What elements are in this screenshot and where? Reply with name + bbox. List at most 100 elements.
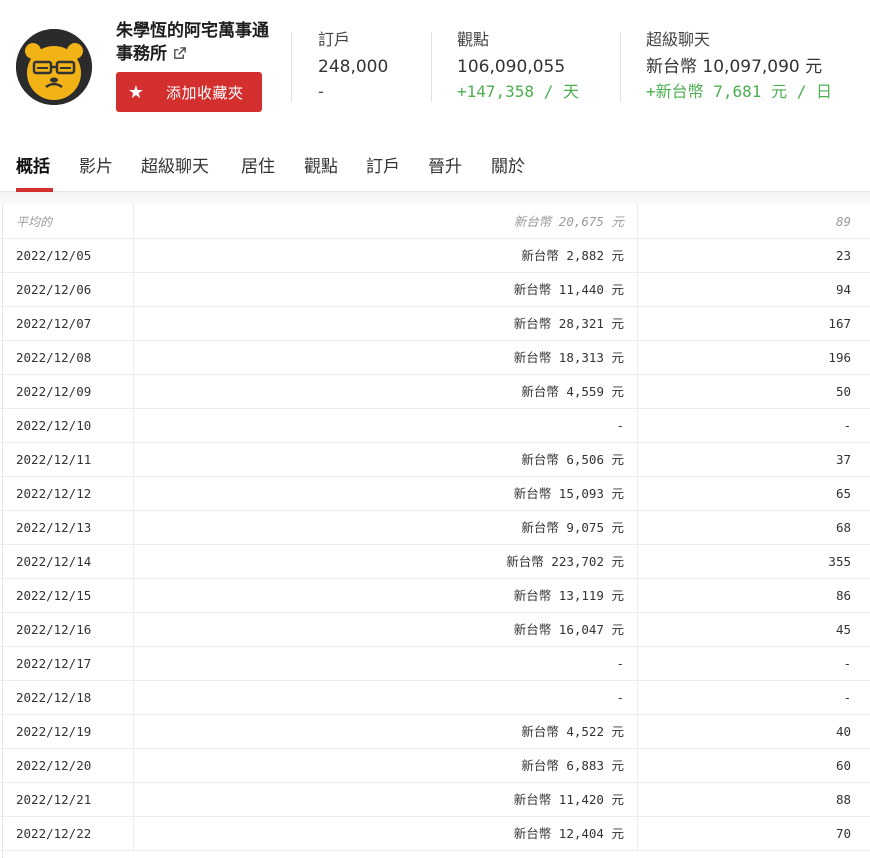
row-count: 68 bbox=[835, 520, 851, 535]
add-favorite-label: 添加收藏夾 bbox=[166, 83, 244, 102]
channel-header: 朱學恆的阿宅萬事通事務所 ★ 添加收藏夾 訂戶 248,000 - 觀點 106… bbox=[0, 0, 870, 124]
stat-divider bbox=[291, 32, 292, 102]
stat-superchat: 超級聊天 新台幣 10,097,090 元 +新台幣 7,681 元 / 日 bbox=[646, 29, 832, 104]
tab-live[interactable]: 居住 bbox=[241, 152, 275, 177]
row-amount: 新台幣 2,882 元 bbox=[521, 248, 624, 263]
average-count: 89 bbox=[835, 214, 851, 229]
table-row: 2022/12/21 新台幣 11,420 元 88 bbox=[0, 783, 870, 817]
row-date: 2022/12/18 bbox=[16, 690, 92, 705]
stat-views-value: 106,090,055 bbox=[457, 57, 566, 77]
row-date: 2022/12/15 bbox=[16, 588, 92, 603]
channel-name[interactable]: 朱學恆的阿宅萬事通事務所 bbox=[116, 20, 281, 66]
row-date: 2022/12/13 bbox=[16, 520, 92, 535]
row-count: 88 bbox=[835, 792, 851, 807]
row-amount: 新台幣 223,702 元 bbox=[506, 554, 624, 569]
table-row: 2022/12/16 新台幣 16,047 元 45 bbox=[0, 613, 870, 647]
row-amount: 新台幣 18,313 元 bbox=[513, 350, 624, 365]
tab-about[interactable]: 關於 bbox=[491, 152, 525, 177]
row-count: 355 bbox=[828, 554, 851, 569]
row-count: - bbox=[843, 690, 851, 705]
tab-videos[interactable]: 影片 bbox=[79, 152, 113, 177]
row-count: 70 bbox=[835, 826, 851, 841]
row-amount: 新台幣 12,404 元 bbox=[513, 826, 624, 841]
row-amount: 新台幣 6,883 元 bbox=[521, 758, 624, 773]
stat-superchat-value: 新台幣 10,097,090 元 bbox=[646, 57, 823, 77]
table-row: 2022/12/08 新台幣 18,313 元 196 bbox=[0, 341, 870, 375]
row-count: 50 bbox=[835, 384, 851, 399]
row-date: 2022/12/19 bbox=[16, 724, 92, 739]
row-count: - bbox=[843, 418, 851, 433]
row-date: 2022/12/16 bbox=[16, 622, 92, 637]
row-date: 2022/12/22 bbox=[16, 826, 92, 841]
channel-avatar[interactable] bbox=[16, 29, 92, 105]
external-link-icon[interactable] bbox=[172, 46, 187, 61]
row-date: 2022/12/20 bbox=[16, 758, 92, 773]
row-count: 167 bbox=[828, 316, 851, 331]
stat-views-label: 觀點 bbox=[457, 30, 490, 49]
row-amount: - bbox=[616, 656, 624, 671]
stat-superchat-label: 超級聊天 bbox=[646, 30, 711, 49]
table-row: 2022/12/09 新台幣 4,559 元 50 bbox=[0, 375, 870, 409]
tab-superchat[interactable]: 超級聊天 bbox=[141, 152, 209, 177]
row-count: 86 bbox=[835, 588, 851, 603]
add-favorite-button[interactable]: ★ 添加收藏夾 bbox=[116, 72, 262, 112]
table-row: 2022/12/07 新台幣 28,321 元 167 bbox=[0, 307, 870, 341]
star-icon: ★ bbox=[127, 81, 145, 103]
tab-overview[interactable]: 概括 bbox=[16, 152, 50, 177]
tab-promotion[interactable]: 晉升 bbox=[428, 152, 462, 177]
row-count: 40 bbox=[835, 724, 851, 739]
table-row: 2022/12/17 - - bbox=[0, 647, 870, 681]
row-amount: 新台幣 4,559 元 bbox=[521, 384, 624, 399]
row-date: 2022/12/05 bbox=[16, 248, 92, 263]
channel-name-text[interactable]: 朱學恆的阿宅萬事通事務所 bbox=[116, 21, 269, 64]
stat-subscribers-label: 訂戶 bbox=[318, 30, 351, 49]
table-row: 2022/12/13 新台幣 9,075 元 68 bbox=[0, 511, 870, 545]
table-row-average: 平均的 新台幣 20,675 元 89 bbox=[0, 205, 870, 239]
stat-divider bbox=[431, 32, 432, 102]
stat-views: 觀點 106,090,055 +147,358 / 天 bbox=[457, 29, 579, 104]
row-amount: 新台幣 28,321 元 bbox=[513, 316, 624, 331]
row-count: - bbox=[843, 656, 851, 671]
row-amount: 新台幣 6,506 元 bbox=[521, 452, 624, 467]
stat-subscribers-delta: - bbox=[318, 82, 324, 101]
row-count: 60 bbox=[835, 758, 851, 773]
table-row: 2022/12/20 新台幣 6,883 元 60 bbox=[0, 749, 870, 783]
table-row: 2022/12/18 - - bbox=[0, 681, 870, 715]
average-label: 平均的 bbox=[16, 215, 53, 229]
row-date: 2022/12/12 bbox=[16, 486, 92, 501]
row-amount: 新台幣 13,119 元 bbox=[513, 588, 624, 603]
average-amount: 新台幣 20,675 元 bbox=[513, 214, 624, 229]
row-date: 2022/12/10 bbox=[16, 418, 92, 433]
row-count: 196 bbox=[828, 350, 851, 365]
row-date: 2022/12/21 bbox=[16, 792, 92, 807]
superchat-table: 平均的 新台幣 20,675 元 89 2022/12/05 新台幣 2,882 … bbox=[0, 205, 870, 851]
stat-views-delta: +147,358 / 天 bbox=[457, 82, 579, 101]
table-row: 2022/12/14 新台幣 223,702 元 355 bbox=[0, 545, 870, 579]
row-amount: - bbox=[616, 690, 624, 705]
row-date: 2022/12/08 bbox=[16, 350, 92, 365]
table-row: 2022/12/15 新台幣 13,119 元 86 bbox=[0, 579, 870, 613]
table-row: 2022/12/22 新台幣 12,404 元 70 bbox=[0, 817, 870, 851]
row-amount: 新台幣 15,093 元 bbox=[513, 486, 624, 501]
row-count: 45 bbox=[835, 622, 851, 637]
table-row: 2022/12/10 - - bbox=[0, 409, 870, 443]
row-date: 2022/12/06 bbox=[16, 282, 92, 297]
row-amount: 新台幣 16,047 元 bbox=[513, 622, 624, 637]
row-date: 2022/12/11 bbox=[16, 452, 92, 467]
stat-divider bbox=[620, 32, 621, 102]
row-amount: 新台幣 11,420 元 bbox=[513, 792, 624, 807]
tab-views[interactable]: 觀點 bbox=[304, 152, 338, 177]
tab-bar: 概括 影片 超級聊天 居住 觀點 訂戶 晉升 關於 bbox=[0, 140, 870, 192]
row-count: 37 bbox=[835, 452, 851, 467]
row-count: 94 bbox=[835, 282, 851, 297]
row-date: 2022/12/09 bbox=[16, 384, 92, 399]
row-date: 2022/12/14 bbox=[16, 554, 92, 569]
stat-subscribers: 訂戶 248,000 - bbox=[318, 29, 388, 104]
table-row: 2022/12/11 新台幣 6,506 元 37 bbox=[0, 443, 870, 477]
stat-superchat-delta: +新台幣 7,681 元 / 日 bbox=[646, 82, 832, 101]
table-row: 2022/12/06 新台幣 11,440 元 94 bbox=[0, 273, 870, 307]
row-date: 2022/12/07 bbox=[16, 316, 92, 331]
tab-subscribers[interactable]: 訂戶 bbox=[366, 152, 400, 177]
row-amount: 新台幣 9,075 元 bbox=[521, 520, 624, 535]
row-count: 23 bbox=[835, 248, 851, 263]
